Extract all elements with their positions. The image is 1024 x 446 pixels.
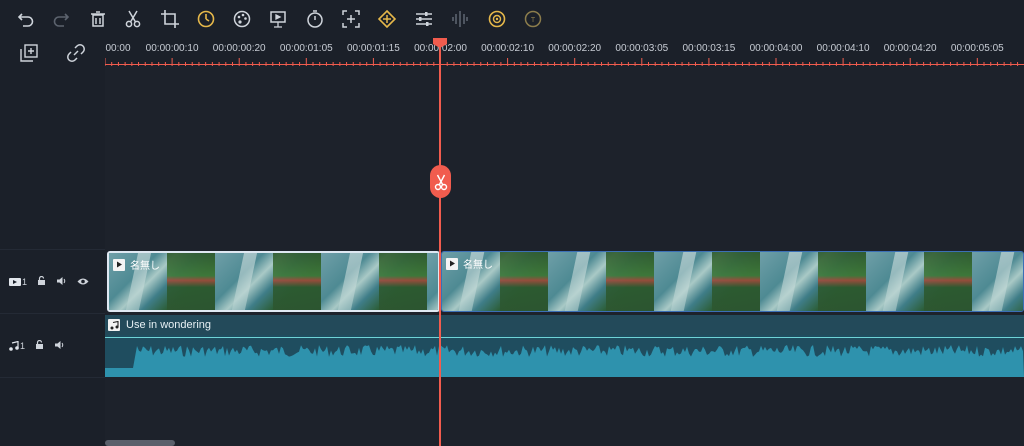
eye-icon[interactable] (77, 277, 89, 288)
ruler-label: 00:00:01:05 (279, 43, 333, 54)
clip-label: 名無し (130, 261, 160, 272)
video-track-header: 1 (0, 251, 105, 313)
split-scissor-button[interactable] (430, 165, 451, 198)
empty-track-area[interactable] (105, 66, 1024, 186)
crop-icon[interactable] (158, 7, 182, 31)
lock-icon[interactable] (35, 339, 44, 352)
motion-track-icon[interactable] (485, 7, 509, 31)
ruler-label: 00:00:04:00 (749, 43, 803, 54)
clip-label: 名無し (463, 260, 493, 271)
video-clip[interactable]: 名無し (441, 251, 1024, 312)
audio-clip-label: Use in wondering (126, 319, 211, 331)
scissors-icon (434, 174, 447, 190)
ruler-label: 00:00:03:05 (615, 43, 669, 54)
color-icon[interactable] (230, 7, 254, 31)
audio-clip[interactable]: Use in wondering (105, 315, 1024, 377)
ruler-label: 00:00:03:15 (682, 43, 736, 54)
audio-waveform (105, 345, 1024, 377)
timeline-area[interactable]: 名無し 名無し Use in wondering (105, 66, 1024, 446)
freeze-frame-icon[interactable] (266, 7, 290, 31)
speed-icon[interactable] (194, 7, 218, 31)
speech-to-text-icon[interactable]: T (521, 7, 545, 31)
play-icon (113, 258, 125, 271)
ruler-label: 00:00 (105, 43, 131, 54)
toolbar: T (0, 0, 1024, 38)
video-track-number: 1 (22, 277, 28, 287)
adjust-icon[interactable] (412, 7, 436, 31)
speaker-icon[interactable] (56, 276, 67, 288)
ruler-label: 00:00:00:10 (145, 43, 199, 54)
ruler-label: 00:00:02:10 (481, 43, 535, 54)
lock-icon[interactable] (37, 275, 46, 288)
ruler-label: 00:00:04:20 (883, 43, 937, 54)
ruler-label: 00:00:00:20 (212, 43, 266, 54)
playhead[interactable] (439, 44, 441, 446)
ruler-label: 00:00:01:15 (346, 43, 400, 54)
svg-text:T: T (531, 17, 536, 24)
ruler-controls (0, 38, 105, 66)
audio-track-header: 1 (0, 315, 105, 377)
duration-icon[interactable] (303, 7, 327, 31)
music-note-icon (108, 319, 120, 331)
play-icon (446, 257, 458, 270)
undo-icon[interactable] (14, 7, 38, 31)
zoom-icon[interactable] (339, 7, 363, 31)
speaker-icon[interactable] (54, 340, 65, 352)
add-track-icon[interactable] (17, 41, 41, 65)
redo-icon[interactable] (49, 7, 73, 31)
ruler-label: 00:00:02:20 (548, 43, 602, 54)
ruler-baseline (105, 64, 1024, 65)
audio-track-number: 1 (20, 341, 26, 351)
horizontal-scrollbar[interactable] (105, 440, 175, 446)
video-track-icon: 1 (9, 277, 27, 287)
timeline-ruler[interactable]: 00:00 00:00:00:10 00:00:00:20 00:00:01:05 00… (105, 38, 1024, 66)
music-track-icon: 1 (9, 341, 25, 351)
link-icon[interactable] (64, 41, 88, 65)
video-clip-selected[interactable]: 名無し (107, 251, 440, 312)
keyframe-icon[interactable] (375, 7, 399, 31)
audio-split-icon[interactable] (448, 7, 472, 31)
ruler-label: 00:00:05:05 (950, 43, 1004, 54)
delete-icon[interactable] (86, 7, 110, 31)
ruler-label: 00:00:04:10 (816, 43, 870, 54)
cut-icon[interactable] (121, 7, 145, 31)
